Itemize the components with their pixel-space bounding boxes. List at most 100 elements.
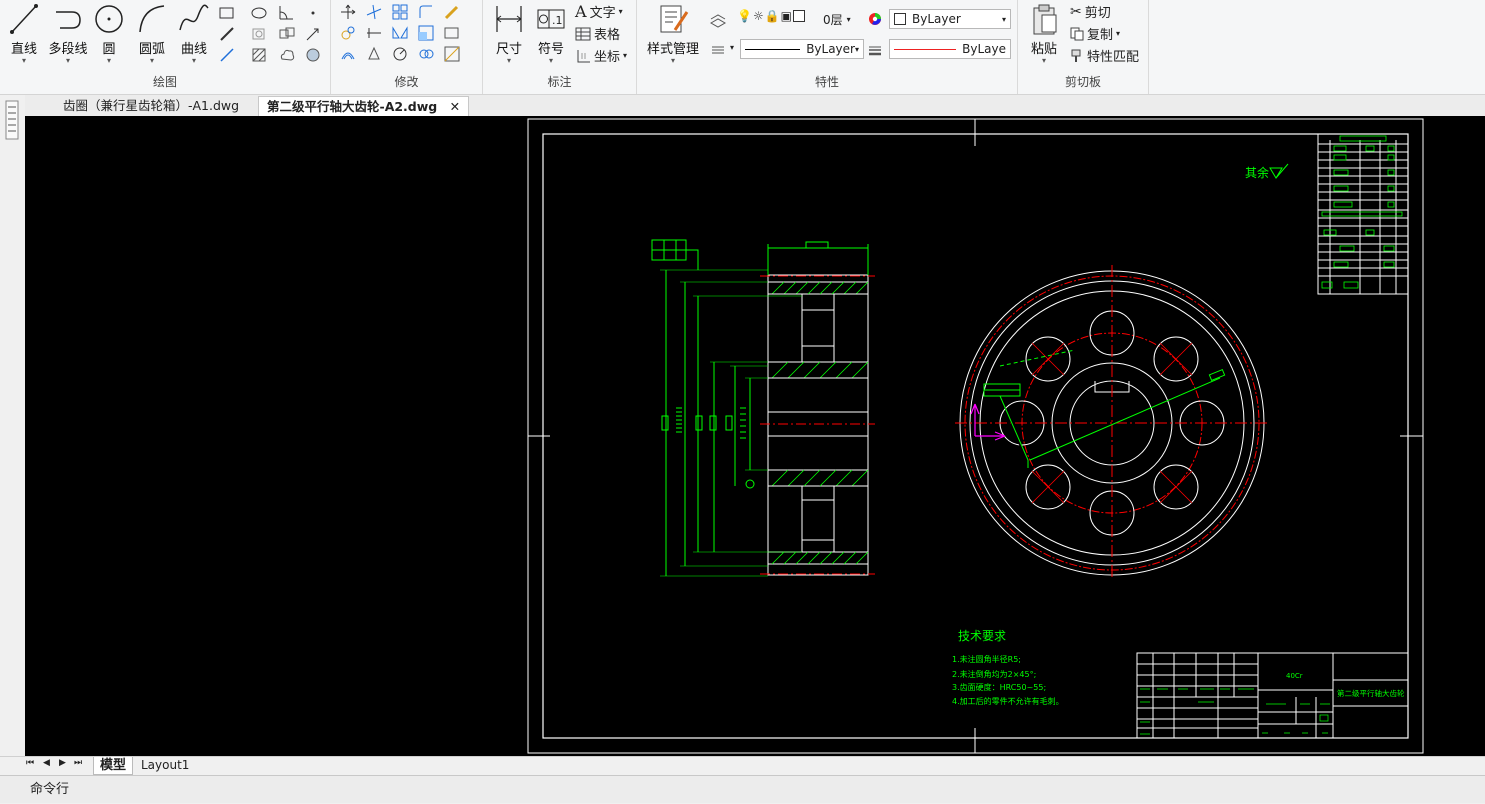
svg-text:.1: .1 <box>552 14 563 27</box>
part-name-label: 第二级平行轴大齿轮 <box>1337 688 1405 698</box>
xline-icon[interactable] <box>218 46 236 64</box>
linetype-sample <box>745 48 801 50</box>
lineweight-icon[interactable] <box>867 41 885 59</box>
copy-icon <box>1070 27 1084 40</box>
table-icon <box>575 27 591 40</box>
lineweight-dropdown[interactable]: ByLaye <box>889 39 1011 59</box>
layer-dropdown[interactable]: 0层 ▾ <box>823 9 863 29</box>
trim-icon[interactable] <box>365 3 383 21</box>
region-icon[interactable] <box>250 25 268 43</box>
prev-layout-icon[interactable]: ◀ <box>43 758 50 768</box>
copy-object-icon[interactable] <box>339 24 357 42</box>
stretch-icon[interactable] <box>443 24 461 42</box>
linetype-dropdown[interactable]: ByLayer ▾ <box>740 39 864 59</box>
dimension-button[interactable]: 尺寸 ▾ <box>491 2 527 65</box>
layout1-tab[interactable]: Layout1 <box>135 757 195 774</box>
cloud-icon[interactable] <box>278 46 296 64</box>
tech-requirement-4: 4.加工后的零件不允许有毛刺。 <box>952 696 1064 706</box>
block-icon[interactable] <box>278 25 296 43</box>
annotation-group: 尺寸 ▾ .1 符号 ▾ A 文字 ▾ 表格 坐标 ▾ 标注 <box>483 0 637 94</box>
curve-button[interactable]: 曲线 ▾ <box>176 2 212 65</box>
scale-icon[interactable] <box>417 24 435 42</box>
ellipse-icon[interactable] <box>250 4 268 22</box>
left-tool-strip <box>0 95 25 757</box>
layer-on-icon: 💡 <box>737 9 752 23</box>
match-properties-icon <box>1071 49 1081 62</box>
coordinate-button[interactable]: 坐标 ▾ <box>575 46 627 65</box>
match-properties-button[interactable]: 特性匹配 <box>1070 46 1139 65</box>
drawing-view[interactable]: 其余 技术要求 1.未注圆角半径R5; 2.未注倒角均为2×45°; 3.齿面硬… <box>25 116 1485 756</box>
copy-button[interactable]: 复制 ▾ <box>1070 24 1120 43</box>
tech-requirements-title: 技术要求 <box>958 629 1006 643</box>
extend-icon[interactable] <box>365 24 383 42</box>
spline-icon <box>179 4 209 31</box>
style-manager-button[interactable]: 样式管理 ▾ <box>643 2 703 65</box>
properties-group: 样式管理 ▾ 💡 ☼ 🔒 ▣ 0层 ▾ ByLayer ▾ ▾ ByLayer ▾ <box>637 0 1018 94</box>
cut-button[interactable]: ✂ 剪切 <box>1070 2 1111 22</box>
explode-icon[interactable] <box>365 45 383 63</box>
roughness-note: 其余 <box>1245 165 1269 180</box>
first-layout-icon[interactable]: ⏮ <box>26 758 34 768</box>
join-icon[interactable] <box>417 45 435 63</box>
gear-parameter-table <box>1317 133 1409 295</box>
polyline-icon <box>56 11 81 29</box>
layer-state-icons[interactable]: 💡 ☼ 🔒 ▣ <box>737 9 806 23</box>
hatch-icon[interactable] <box>250 46 268 64</box>
arc-button[interactable]: 圆弧 ▾ <box>134 2 170 65</box>
geometric-tolerance-icon: .1 <box>537 9 565 29</box>
rectangle-icon[interactable] <box>218 4 236 22</box>
model-tab[interactable]: 模型 <box>93 757 134 775</box>
rotate-icon[interactable] <box>391 45 409 63</box>
fillet-icon[interactable] <box>417 3 435 21</box>
command-line[interactable]: 命令行 <box>0 775 1485 803</box>
symbol-button[interactable]: .1 符号 ▾ <box>533 2 569 65</box>
tech-requirement-1: 1.未注圆角半径R5; <box>952 654 1021 664</box>
next-layout-icon[interactable]: ▶ <box>59 758 66 768</box>
layer-properties-icon[interactable] <box>709 11 727 29</box>
coordinate-icon <box>577 49 590 62</box>
layer-color-swatch <box>793 10 806 22</box>
layer-plot-icon: ▣ <box>780 9 793 23</box>
color-dropdown[interactable]: ByLayer ▾ <box>889 9 1011 29</box>
dimension-angle-icon[interactable] <box>278 4 296 22</box>
clipboard-group: 粘贴 ▾ ✂ 剪切 复制 ▾ 特性匹配 剪切板 <box>1018 0 1149 94</box>
text-button[interactable]: A 文字 ▾ <box>575 2 623 21</box>
gear-section-view <box>651 239 875 577</box>
doc-tab-1[interactable]: 齿圈（兼行星齿轮箱）-A1.dwg <box>55 96 247 116</box>
paste-button[interactable]: 粘贴 ▾ <box>1026 2 1062 65</box>
layout-tab-bar: ⏮ ◀ ▶ ⏭ 模型 Layout1 <box>0 756 1485 775</box>
last-layout-icon[interactable]: ⏭ <box>74 758 82 768</box>
construction-line-icon[interactable] <box>218 25 236 43</box>
move-icon[interactable] <box>339 3 357 21</box>
tool-palette-icon[interactable] <box>3 99 23 143</box>
array-icon[interactable] <box>391 3 409 21</box>
lineweight-list-icon[interactable] <box>709 41 727 59</box>
style-manager-icon <box>660 5 689 33</box>
close-tab-icon[interactable]: ✕ <box>450 99 460 114</box>
material-label: 40Cr <box>1286 672 1303 680</box>
tech-requirement-3: 3.齿面硬度：HRC50~55; <box>952 682 1046 692</box>
line-button[interactable]: 直线 ▾ <box>6 2 42 65</box>
layer-lock-icon: 🔒 <box>764 9 780 23</box>
table-button[interactable]: 表格 <box>575 24 620 43</box>
gradient-icon[interactable] <box>304 46 322 64</box>
dimension-icon <box>496 6 522 32</box>
offset-icon[interactable] <box>339 45 357 63</box>
ray-icon[interactable] <box>304 25 322 43</box>
polyline-button[interactable]: 多段线 ▾ <box>46 2 90 65</box>
align-icon[interactable] <box>443 45 461 63</box>
arc-icon <box>139 5 165 33</box>
circle-icon <box>95 5 123 33</box>
modify-group: 修改 <box>331 0 483 94</box>
circle-button[interactable]: 圆 ▾ <box>92 2 126 65</box>
drawing-canvas[interactable]: 其余 技术要求 1.未注圆角半径R5; 2.未注倒角均为2×45°; 3.齿面硬… <box>25 116 1485 756</box>
doc-tab-2[interactable]: 第二级平行轴大齿轮-A2.dwg ✕ <box>258 96 470 117</box>
edit-pen-icon[interactable] <box>443 3 461 21</box>
document-tab-bar: 齿圈（兼行星齿轮箱）-A1.dwg 第二级平行轴大齿轮-A2.dwg ✕ <box>0 95 1485 117</box>
mirror-icon[interactable] <box>391 24 409 42</box>
scissors-icon: ✂ <box>1070 3 1082 20</box>
gear-front-view <box>955 265 1270 580</box>
point-icon[interactable] <box>304 4 322 22</box>
line-icon <box>10 4 38 34</box>
color-wheel-icon[interactable] <box>867 11 885 29</box>
